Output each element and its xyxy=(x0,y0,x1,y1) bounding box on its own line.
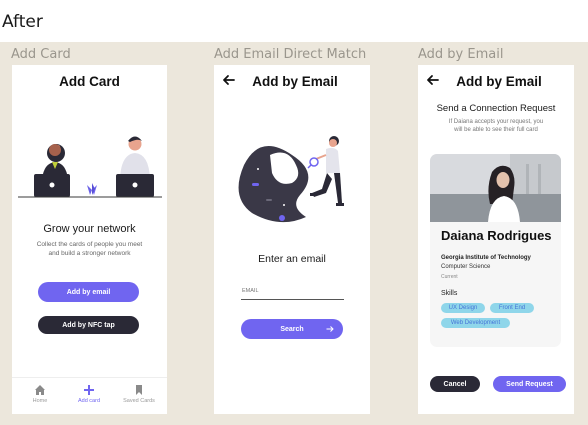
add-by-email-button[interactable]: Add by email xyxy=(38,282,139,302)
arrow-right-icon xyxy=(326,326,334,332)
profile-photo xyxy=(430,154,561,222)
description-line-2: and build a stronger network xyxy=(48,250,131,257)
add-by-nfc-button[interactable]: Add by NFC tap xyxy=(38,316,139,334)
skill-chip: Web Development xyxy=(441,318,510,328)
request-title: Send a Connection Request xyxy=(436,103,556,114)
profile-school: Georgia Institute of Technology xyxy=(441,255,531,261)
search-label: Search xyxy=(280,325,304,333)
description-line-1: Collect the cards of people you meet xyxy=(36,241,143,248)
tab-label: Add card xyxy=(77,398,100,404)
headline: Grow your network xyxy=(43,223,136,235)
page-heading-bar: After xyxy=(0,0,588,42)
request-subtitle-1: If Daiana accepts your request, you xyxy=(448,119,544,125)
home-icon xyxy=(35,385,45,395)
profile-major: Computer Science xyxy=(441,264,491,270)
request-subtitle-2: will be able to see their full card xyxy=(454,127,538,133)
tab-saved-cards[interactable]: Saved Cards xyxy=(114,384,164,404)
tab-home[interactable]: Home xyxy=(15,384,65,404)
profile-status: Current xyxy=(441,274,458,280)
screen-header: Add by Email xyxy=(456,74,542,89)
connection-request-screen: Add by Email Send a Connection Request I… xyxy=(418,65,574,414)
profile-card: Daiana Rodrigues Georgia Institute of Te… xyxy=(430,154,561,347)
email-prompt: Enter an email xyxy=(258,253,326,265)
screen-header: Add Card xyxy=(59,74,120,89)
tab-label: Saved Cards xyxy=(123,398,155,404)
page-heading: After xyxy=(2,12,43,32)
send-request-button[interactable]: Send Request xyxy=(493,376,566,392)
bottom-tab-bar: Home Add card Saved Cards xyxy=(12,377,167,414)
email-placeholder: EMAIL xyxy=(242,288,259,294)
email-input[interactable]: EMAIL xyxy=(241,278,344,300)
email-match-screen: Add by Email Enter an email EMAIL Search xyxy=(214,65,370,414)
frame-title-email-match: Add Email Direct Match xyxy=(214,47,367,62)
frame-title-add-by-email: Add by Email xyxy=(418,47,504,62)
profile-name: Daiana Rodrigues xyxy=(441,228,552,243)
plus-icon xyxy=(84,385,94,395)
tab-add-card[interactable]: Add card xyxy=(64,384,114,404)
search-illustration xyxy=(238,136,344,223)
skill-chip: Front End xyxy=(490,303,534,313)
frame-title-add-card: Add Card xyxy=(11,47,71,62)
tab-label: Home xyxy=(32,398,48,404)
skills-label: Skills xyxy=(441,290,458,297)
cancel-button[interactable]: Cancel xyxy=(430,376,480,392)
add-card-screen: Add Card Grow your network Collect the c… xyxy=(12,65,167,414)
skill-chip: UX Design xyxy=(441,303,485,313)
search-button[interactable]: Search xyxy=(241,319,343,339)
screen-header: Add by Email xyxy=(252,74,338,89)
networking-illustration xyxy=(18,136,162,198)
bookmark-icon xyxy=(136,385,142,395)
